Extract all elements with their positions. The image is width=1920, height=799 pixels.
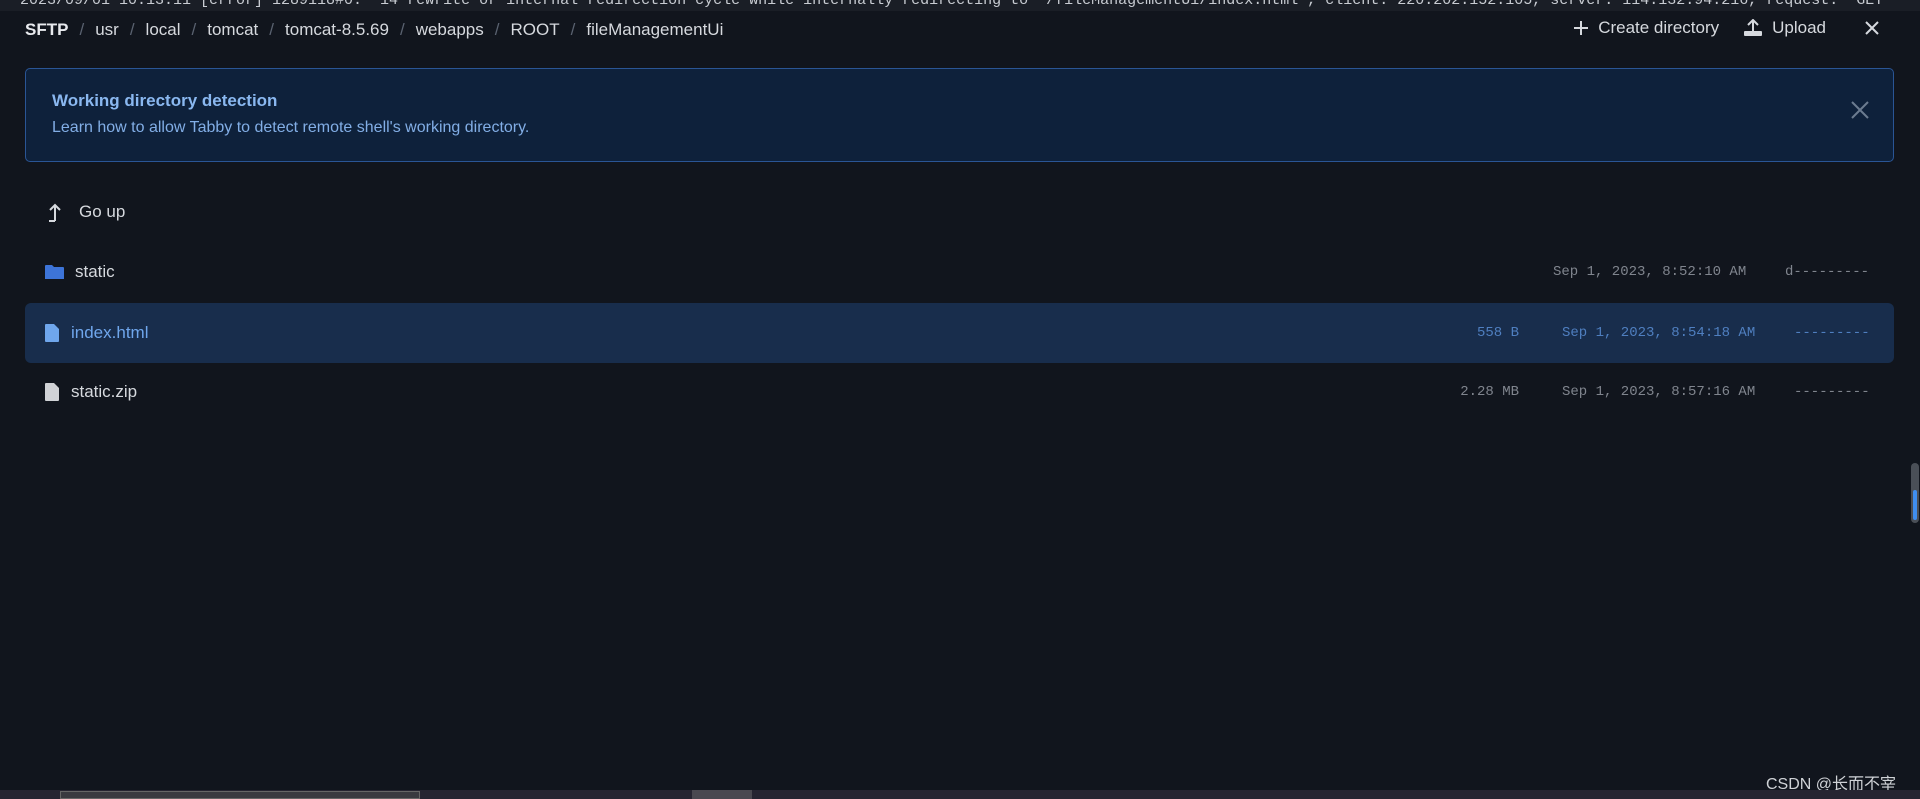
file-icon (45, 383, 59, 401)
plus-icon (1574, 21, 1589, 35)
file-mode: --------- (1794, 384, 1870, 400)
go-up-row[interactable]: Go up (25, 182, 1894, 242)
banner-close-icon[interactable] (1849, 99, 1871, 121)
file-mode: d--------- (1785, 264, 1870, 280)
arrow-up-icon (49, 203, 61, 222)
file-icon (45, 324, 59, 342)
banner-description-link[interactable]: Learn how to allow Tabby to detect remot… (52, 119, 529, 137)
breadcrumb-tomcat-version[interactable]: tomcat-8.5.69 (285, 20, 389, 40)
create-directory-label: Create directory (1598, 18, 1720, 37)
file-mode: --------- (1794, 325, 1870, 341)
taskbar (0, 790, 1920, 799)
breadcrumb-filemanagementui[interactable]: fileManagementUi (586, 20, 723, 40)
file-row-static-zip[interactable]: static.zip 2.28 MB Sep 1, 2023, 8:57:16 … (25, 362, 1894, 422)
file-size: 558 B (1476, 325, 1519, 341)
upload-icon (1744, 19, 1763, 36)
file-modified: Sep 1, 2023, 8:57:16 AM (1562, 384, 1756, 400)
breadcrumb-usr[interactable]: usr (95, 20, 119, 40)
go-up-label: Go up (79, 202, 126, 221)
file-size: 2.28 MB (1460, 384, 1519, 400)
scrollbar[interactable] (1911, 463, 1919, 523)
breadcrumb-root[interactable]: ROOT (511, 20, 560, 40)
create-directory-button[interactable]: Create directory (1573, 18, 1719, 38)
folder-icon (45, 265, 64, 279)
breadcrumb-tomcat[interactable]: tomcat (207, 20, 258, 40)
upload-label: Upload (1772, 18, 1826, 37)
working-directory-banner: Working directory detection Learn how to… (25, 68, 1894, 162)
file-row-static[interactable]: static Sep 1, 2023, 8:52:10 AM d--------… (25, 242, 1894, 302)
terminal-output-line: 2023/09/01 10:13:11 [error] 1289118#0: *… (0, 0, 1920, 11)
file-name: index.html (71, 323, 149, 342)
file-row-index-html[interactable]: index.html 558 B Sep 1, 2023, 8:54:18 AM… (25, 303, 1894, 363)
breadcrumb: SFTP / usr / local / tomcat / tomcat-8.5.69/… (25, 20, 724, 40)
banner-title: Working directory detection (52, 91, 278, 110)
breadcrumb-webapps[interactable]: webapps (416, 20, 484, 40)
breadcrumb-sftp[interactable]: SFTP (25, 20, 68, 40)
file-name: static.zip (71, 382, 138, 401)
scrollbar-thumb[interactable] (1913, 490, 1917, 520)
file-name: static (75, 262, 115, 281)
close-icon[interactable] (1864, 20, 1880, 36)
file-modified: Sep 1, 2023, 8:52:10 AM (1553, 264, 1747, 280)
breadcrumb-local[interactable]: local (146, 20, 181, 40)
taskbar-item[interactable] (60, 791, 420, 799)
taskbar-item[interactable] (692, 790, 752, 799)
file-modified: Sep 1, 2023, 8:54:18 AM (1562, 325, 1756, 341)
upload-button[interactable]: Upload (1743, 18, 1826, 38)
